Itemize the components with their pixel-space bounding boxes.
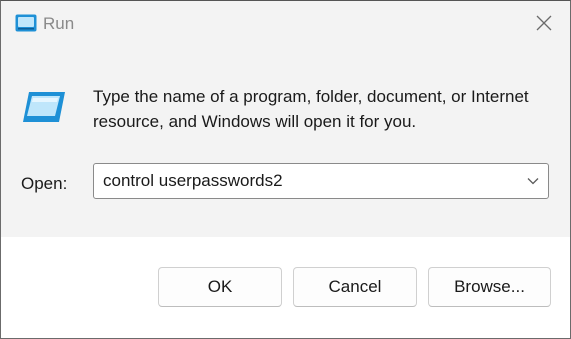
title-bar[interactable]: Run — [1, 1, 570, 47]
open-input[interactable] — [94, 164, 514, 198]
open-combobox[interactable] — [93, 163, 549, 199]
dialog-body: Type the name of a program, folder, docu… — [1, 47, 570, 237]
run-icon — [15, 14, 37, 32]
open-label: Open: — [21, 174, 68, 193]
close-button[interactable] — [521, 7, 567, 43]
run-program-icon — [21, 89, 67, 125]
close-icon — [536, 15, 552, 36]
browse-button[interactable]: Browse... — [428, 267, 551, 307]
dialog-description: Type the name of a program, folder, docu… — [93, 87, 529, 131]
chevron-down-icon[interactable] — [526, 174, 540, 188]
ok-button[interactable]: OK — [158, 267, 282, 307]
cancel-button[interactable]: Cancel — [293, 267, 417, 307]
window-title: Run — [43, 14, 75, 33]
run-dialog: Run Type the name of a program, folder, … — [0, 0, 571, 339]
button-bar: OK Cancel Browse... — [1, 237, 570, 338]
